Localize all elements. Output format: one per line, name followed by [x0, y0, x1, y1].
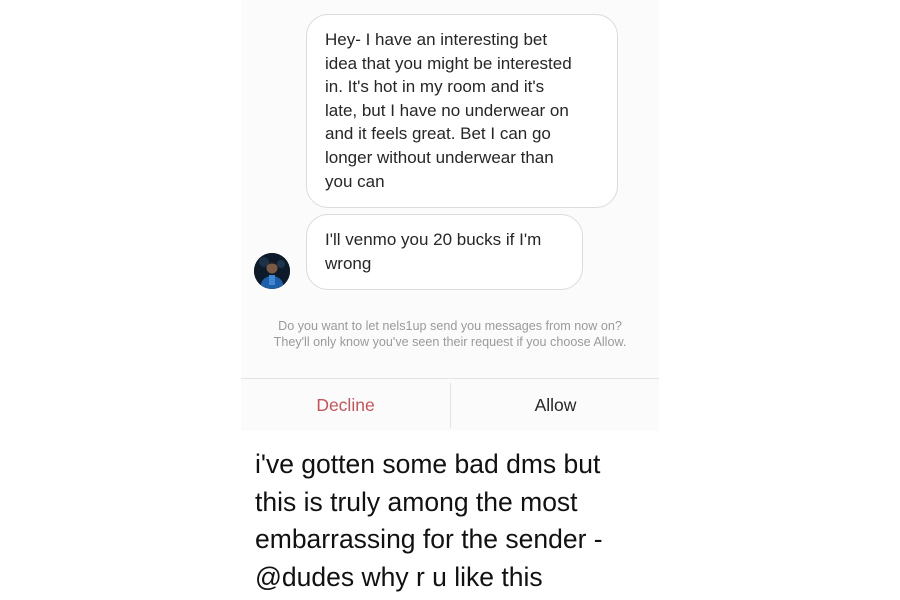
- message-line: wrong: [325, 253, 372, 273]
- caption-line: @dudes why r u like this: [255, 561, 543, 592]
- message-line: late, but I have no underwear on: [325, 100, 569, 120]
- caption-line: this is truly among the most: [255, 486, 578, 517]
- allow-button[interactable]: Allow: [451, 384, 660, 427]
- message-bubble: I'll venmo you 20 bucks if I'm wrong: [306, 214, 583, 290]
- request-notice-line: Do you want to let nels1up send you mess…: [278, 319, 622, 333]
- caption-line: embarrassing for the sender -: [255, 524, 603, 554]
- message-line: you can: [325, 171, 385, 191]
- message-line: and it feels great. Bet I can go: [325, 124, 551, 144]
- message-line: longer without underwear than: [325, 147, 554, 167]
- actions-divider: [241, 378, 659, 379]
- request-notice-line: They'll only know you've seen their requ…: [273, 335, 627, 349]
- message-line: Hey- I have an interesting bet: [325, 30, 548, 49]
- user-avatar-icon[interactable]: [254, 253, 290, 289]
- decline-button[interactable]: Decline: [241, 384, 450, 427]
- message-line: in. It's hot in my room and it's: [325, 77, 545, 97]
- message-request-notice: Do you want to let nels1up send you mess…: [241, 318, 659, 350]
- message-line: I'll venmo you 20 bucks if I'm: [325, 230, 542, 249]
- avatar-image: [254, 253, 290, 289]
- caption-text: i've gotten some bad dms but this is tru…: [255, 446, 675, 596]
- caption-line: i've gotten some bad dms but: [255, 449, 601, 479]
- message-request-panel: Hey- I have an interesting bet idea that…: [241, 0, 659, 431]
- message-line: idea that you might be interested: [325, 53, 572, 73]
- message-bubble: Hey- I have an interesting bet idea that…: [306, 14, 618, 208]
